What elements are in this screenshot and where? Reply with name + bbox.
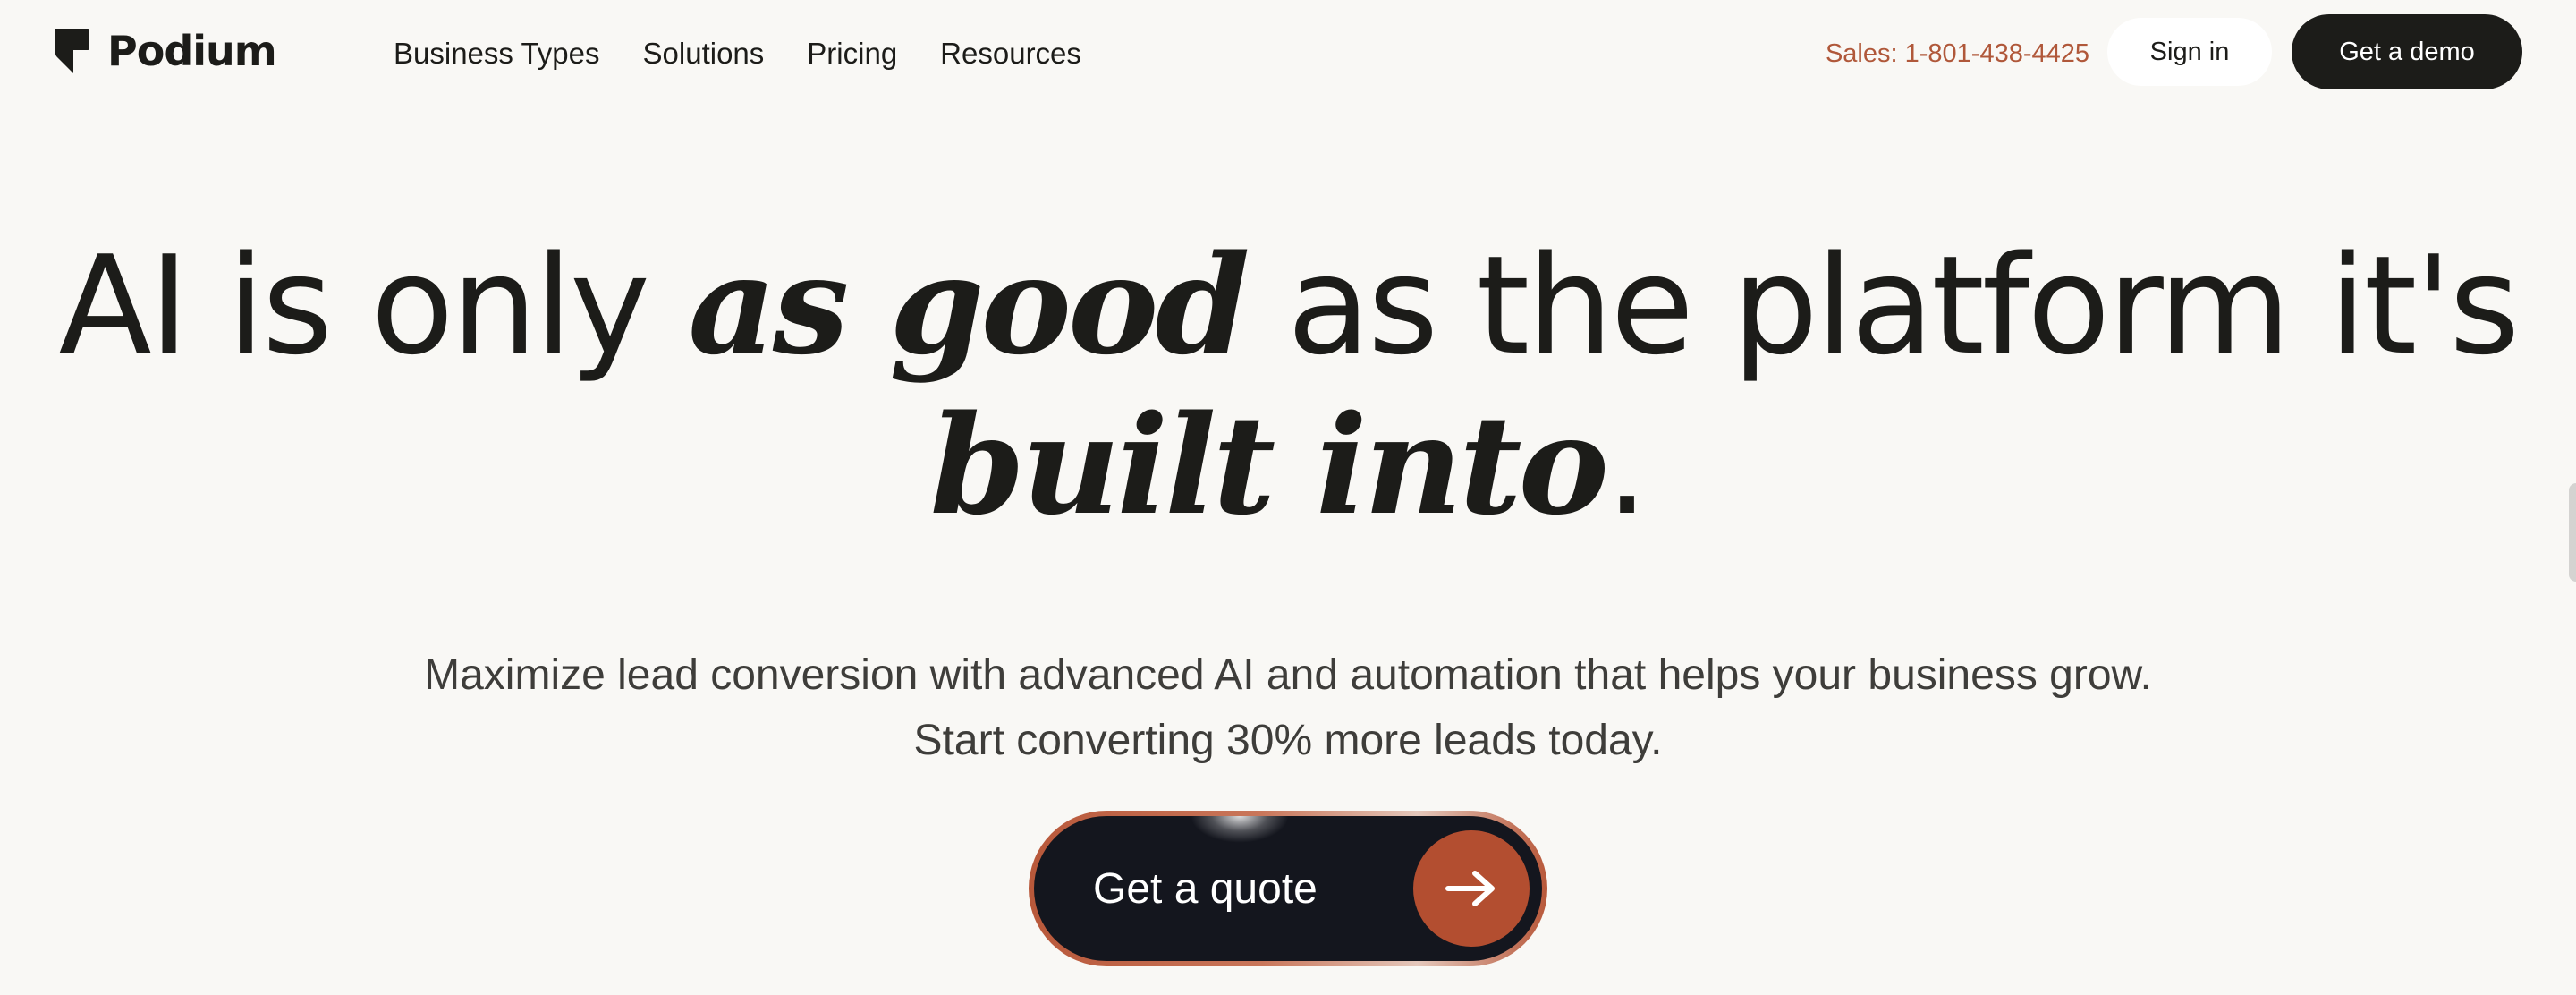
- primary-nav: Business Types Solutions Pricing Resourc…: [394, 32, 1124, 75]
- get-quote-button-body: Get a quote: [1034, 816, 1542, 961]
- podium-logo-icon: [55, 29, 89, 73]
- sign-in-button[interactable]: Sign in: [2107, 18, 2272, 86]
- hero-heading-emphasis: built into: [929, 385, 1609, 545]
- hero-heading-line-1: AI is only as good as the platform it's: [0, 225, 2576, 386]
- nav-item-solutions[interactable]: Solutions: [643, 32, 765, 75]
- get-demo-button[interactable]: Get a demo: [2292, 14, 2522, 89]
- sales-phone-link[interactable]: Sales: 1-801-438-4425: [1826, 32, 2089, 75]
- nav-item-business-types[interactable]: Business Types: [394, 32, 600, 75]
- brand-name: Podium: [107, 27, 277, 75]
- hero-subtitle-line-1: Maximize lead conversion with advanced A…: [424, 651, 2152, 699]
- hero-subtitle-line-2: Start converting 30% more leads today.: [913, 717, 1663, 764]
- hero-heading-text: .: [1605, 387, 1648, 545]
- arrow-right-icon-circle: [1413, 830, 1530, 947]
- hero-heading-emphasis: as good: [688, 225, 1250, 385]
- hero-heading-line-2: built into.: [0, 386, 2576, 546]
- hero-heading: AI is only as good as the platform it's …: [0, 225, 2576, 546]
- nav-item-resources[interactable]: Resources: [940, 32, 1081, 75]
- get-quote-button[interactable]: Get a quote: [1029, 811, 1547, 966]
- get-quote-label: Get a quote: [1093, 864, 1318, 913]
- hero-subtitle: Maximize lead conversion with advanced A…: [0, 642, 2576, 773]
- side-scroll-tab[interactable]: [2569, 483, 2576, 582]
- nav-item-pricing[interactable]: Pricing: [807, 32, 897, 75]
- hero-heading-text: as the platform it's: [1246, 226, 2520, 385]
- arrow-right-icon: [1445, 871, 1495, 906]
- site-header: Podium Business Types Solutions Pricing …: [0, 0, 2576, 107]
- podium-logo[interactable]: Podium: [52, 25, 277, 77]
- hero-heading-text: AI is only: [58, 226, 689, 385]
